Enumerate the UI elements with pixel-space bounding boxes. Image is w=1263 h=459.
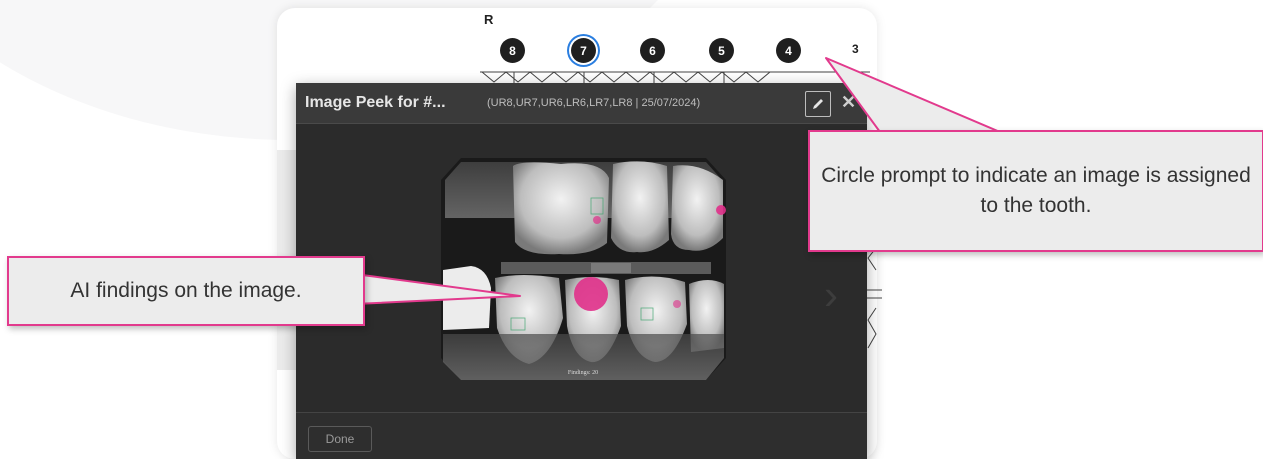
tooth-3-label[interactable]: 3	[852, 42, 859, 56]
findings-caption: Findings: 20	[568, 370, 598, 376]
circle-prompt-callout: Circle prompt to indicate an image is as…	[808, 130, 1263, 252]
quadrant-label: R	[484, 12, 494, 27]
image-peek-modal: Image Peek for #... (UR8,UR7,UR6,LR6,LR7…	[296, 83, 867, 459]
modal-header: Image Peek for #... (UR8,UR7,UR6,LR6,LR7…	[296, 83, 867, 124]
edit-button[interactable]	[805, 91, 831, 117]
done-button[interactable]: Done	[308, 426, 372, 452]
pencil-icon	[813, 99, 823, 109]
close-button[interactable]: ✕	[841, 91, 856, 113]
ai-findings-callout: AI findings on the image.	[7, 256, 365, 326]
tooth-6-circle[interactable]: 6	[640, 38, 665, 63]
tooth-4-circle[interactable]: 4	[776, 38, 801, 63]
screen: R 8 7 6 5 4 3 Image Peek for #... (UR8,U…	[0, 0, 1263, 459]
tooth-8-circle[interactable]: 8	[500, 38, 525, 63]
modal-title: Image Peek for #...	[305, 94, 446, 111]
dental-xray-image: Findings: 20	[441, 158, 726, 380]
tooth-7-circle-selected[interactable]: 7	[571, 38, 596, 63]
tooth-5-circle[interactable]: 5	[709, 38, 734, 63]
next-image-arrow[interactable]: ›	[824, 274, 838, 316]
modal-footer: Done	[296, 412, 867, 459]
modal-subtitle: (UR8,UR7,UR6,LR6,LR7,LR8 | 25/07/2024)	[487, 97, 701, 109]
close-icon: ✕	[841, 92, 857, 112]
